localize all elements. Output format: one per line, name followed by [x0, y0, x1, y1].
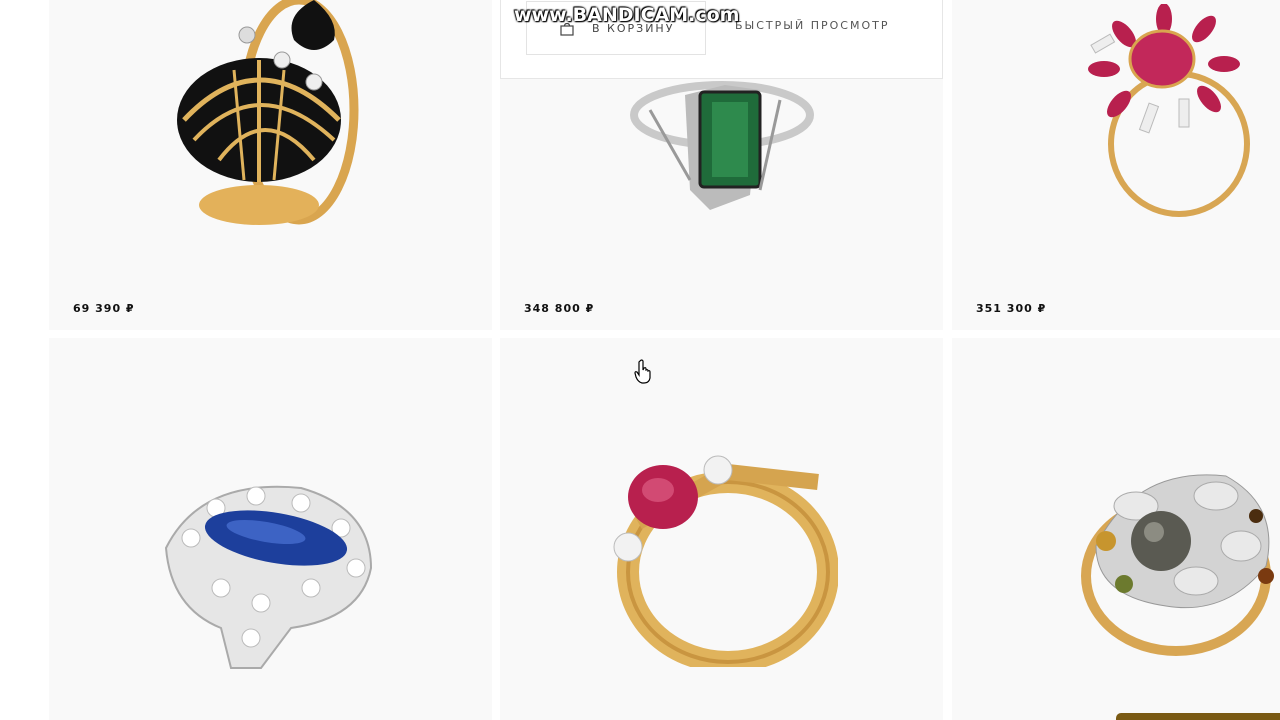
hand-pointer-icon	[634, 359, 651, 384]
product-image-pearl-ring[interactable]	[1076, 466, 1280, 656]
product-image-enamel-ring[interactable]	[164, 0, 374, 240]
product-image-sapphire-ring[interactable]	[161, 468, 376, 673]
product-price: 69 390 ₽	[73, 302, 135, 315]
product-card-5[interactable]	[500, 338, 943, 720]
product-image-ruby-gold-ring[interactable]	[608, 452, 838, 667]
product-price: 351 300 ₽	[976, 302, 1047, 315]
product-price: 348 800 ₽	[524, 302, 595, 315]
product-image-ruby-flower-ring[interactable]	[1084, 4, 1254, 219]
product-image-emerald-ring[interactable]	[630, 70, 815, 220]
product-card-6[interactable]	[952, 338, 1280, 720]
quick-view-link[interactable]: БЫСТРЫЙ ПРОСМОТР	[735, 19, 889, 32]
chat-widget-tab[interactable]	[1116, 713, 1280, 720]
recorder-watermark: www.BANDICAM.com	[514, 4, 740, 26]
product-card-3[interactable]: 351 300 ₽	[952, 0, 1280, 330]
product-card-1[interactable]: 69 390 ₽	[49, 0, 492, 330]
product-card-4[interactable]	[49, 338, 492, 720]
